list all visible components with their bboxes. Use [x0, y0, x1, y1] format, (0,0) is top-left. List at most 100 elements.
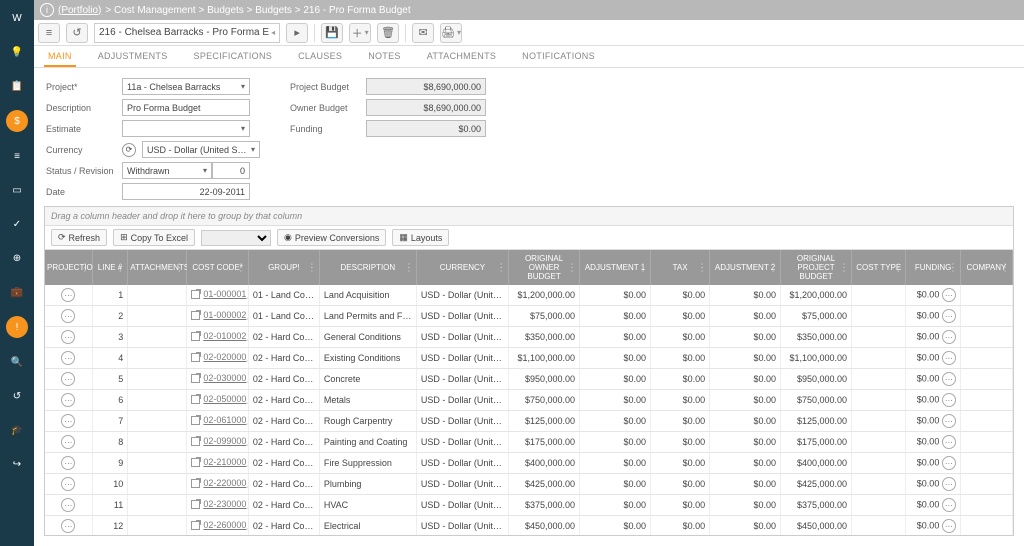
logout-icon[interactable]: ↪ [7, 454, 27, 474]
tab-main[interactable]: MAIN [44, 46, 76, 67]
funding-menu-button[interactable]: ⋯ [942, 393, 956, 407]
column-menu-icon[interactable]: ⋮ [496, 262, 506, 273]
column-header[interactable]: PROJECTION⋮ [45, 250, 92, 285]
tab-notifications[interactable]: NOTIFICATIONS [518, 46, 599, 67]
check-icon[interactable]: ✓ [7, 214, 27, 234]
cost-code-link[interactable]: 02-210000 [191, 457, 246, 467]
column-menu-icon[interactable]: ⋮ [80, 262, 90, 273]
column-header[interactable]: FUNDING⋮ [906, 250, 960, 285]
column-header[interactable]: ADJUSTMENT 1⋮ [580, 250, 651, 285]
row-menu-button[interactable]: ⋯ [61, 414, 75, 428]
funding-menu-button[interactable]: ⋯ [942, 288, 956, 302]
table-row[interactable]: ⋯1002-22000002 - Hard CostsPlumbingUSD -… [45, 474, 1013, 495]
table-row[interactable]: ⋯201-00000201 - Land CostsLand Permits a… [45, 306, 1013, 327]
column-header[interactable]: TAX⋮ [650, 250, 709, 285]
funding-menu-button[interactable]: ⋯ [942, 351, 956, 365]
save-button[interactable]: 💾 [321, 23, 343, 43]
cost-code-link[interactable]: 01-000001 [191, 289, 246, 299]
column-header[interactable]: ORIGINAL PROJECT BUDGET⋮ [781, 250, 852, 285]
preview-conversions-button[interactable]: ◉Preview Conversions [277, 229, 386, 246]
cost-code-link[interactable]: 02-230000 [191, 499, 246, 509]
bars-icon[interactable]: ≡ [7, 146, 27, 166]
column-menu-icon[interactable]: ⋮ [174, 262, 184, 273]
history-button[interactable]: ↺ [66, 23, 88, 43]
table-row[interactable]: ⋯802-09900002 - Hard CostsPainting and C… [45, 432, 1013, 453]
column-menu-icon[interactable]: ⋮ [638, 262, 648, 273]
copy-excel-button[interactable]: ⊞Copy To Excel [113, 229, 195, 246]
table-row[interactable]: ⋯402-02000002 - Hard CostsExisting Condi… [45, 348, 1013, 369]
row-menu-button[interactable]: ⋯ [61, 330, 75, 344]
cost-code-link[interactable]: 02-030000 [191, 373, 246, 383]
breadcrumb-part[interactable]: Budgets [255, 5, 292, 16]
delete-button[interactable]: 🗑 [377, 23, 399, 43]
email-button[interactable]: ✉ [412, 23, 434, 43]
logo-icon[interactable]: W [7, 8, 27, 28]
funding-menu-button[interactable]: ⋯ [942, 477, 956, 491]
breadcrumb-part[interactable]: Budgets [207, 5, 244, 16]
table-row[interactable]: ⋯702-06100002 - Hard CostsRough Carpentr… [45, 411, 1013, 432]
project-select[interactable]: 11a - Chelsea Barracks▾ [122, 78, 250, 95]
column-header[interactable]: DESCRIPTION⋮ [319, 250, 416, 285]
clipboard-icon[interactable]: 📋 [7, 76, 27, 96]
column-header[interactable]: GROUP!⋮ [248, 250, 319, 285]
column-menu-icon[interactable]: ⋮ [236, 262, 246, 273]
column-menu-icon[interactable]: ⋮ [115, 262, 125, 273]
refresh-button[interactable]: ⟳Refresh [51, 229, 107, 246]
cost-code-link[interactable]: 02-260000 [191, 520, 246, 530]
briefcase-icon[interactable]: 💼 [7, 282, 27, 302]
column-header[interactable]: LINE #⋮ [92, 250, 127, 285]
add-button[interactable]: ＋▾ [349, 23, 371, 43]
row-menu-button[interactable]: ⋯ [61, 498, 75, 512]
column-menu-icon[interactable]: ⋮ [307, 262, 317, 273]
currency-select[interactable]: USD - Dollar (United States of America)▾ [142, 141, 260, 158]
breadcrumb-portfolio[interactable]: (Portfolio) [58, 5, 101, 16]
status-select[interactable]: Withdrawn▾ [122, 162, 212, 179]
row-menu-button[interactable]: ⋯ [61, 477, 75, 491]
cost-code-link[interactable]: 01-000002 [191, 310, 246, 320]
group-hint[interactable]: Drag a column header and drop it here to… [45, 207, 1013, 226]
tab-specifications[interactable]: SPECIFICATIONS [190, 46, 277, 67]
funding-menu-button[interactable]: ⋯ [942, 498, 956, 512]
funding-menu-button[interactable]: ⋯ [942, 414, 956, 428]
table-row[interactable]: ⋯101-00000101 - Land CostsLand Acquisiti… [45, 285, 1013, 306]
history-icon[interactable]: ↺ [7, 386, 27, 406]
alert-icon[interactable]: ! [6, 316, 28, 338]
column-header[interactable]: ADJUSTMENT 2⋮ [710, 250, 781, 285]
column-menu-icon[interactable]: ⋮ [839, 262, 849, 273]
tab-clauses[interactable]: CLAUSES [294, 46, 346, 67]
column-menu-icon[interactable]: ⋮ [768, 262, 778, 273]
row-menu-button[interactable]: ⋯ [61, 393, 75, 407]
tab-notes[interactable]: NOTES [364, 46, 405, 67]
funding-menu-button[interactable]: ⋯ [942, 435, 956, 449]
table-row[interactable]: ⋯302-01000202 - Hard CostsGeneral Condit… [45, 327, 1013, 348]
tab-attachments[interactable]: ATTACHMENTS [423, 46, 500, 67]
funding-menu-button[interactable]: ⋯ [942, 456, 956, 470]
row-menu-button[interactable]: ⋯ [61, 372, 75, 386]
column-header[interactable]: COST TYPE⋮ [852, 250, 906, 285]
row-menu-button[interactable]: ⋯ [61, 288, 75, 302]
description-input[interactable]: Pro Forma Budget [122, 99, 250, 116]
column-header[interactable]: ORIGINAL OWNER BUDGET⋮ [509, 250, 580, 285]
dollar-icon[interactable]: $ [6, 110, 28, 132]
column-menu-icon[interactable]: ⋮ [893, 262, 903, 273]
estimate-select[interactable]: ▾ [122, 120, 250, 137]
graduation-icon[interactable]: 🎓 [7, 420, 27, 440]
table-row[interactable]: ⋯602-05000002 - Hard CostsMetalsUSD - Do… [45, 390, 1013, 411]
layouts-button[interactable]: ▦Layouts [392, 229, 449, 246]
table-row[interactable]: ⋯502-03000002 - Hard CostsConcreteUSD - … [45, 369, 1013, 390]
globe-icon[interactable]: ⊕ [7, 248, 27, 268]
column-header[interactable]: CURRENCY⋮ [416, 250, 508, 285]
funding-menu-button[interactable]: ⋯ [942, 372, 956, 386]
column-header[interactable]: ATTACHMENTS⋮ [128, 250, 187, 285]
row-menu-button[interactable]: ⋯ [61, 519, 75, 533]
revision-input[interactable]: 0 [212, 162, 250, 179]
funding-menu-button[interactable]: ⋯ [942, 309, 956, 323]
column-menu-icon[interactable]: ⋮ [1000, 262, 1010, 273]
row-menu-button[interactable]: ⋯ [61, 309, 75, 323]
table-row[interactable]: ⋯902-21000002 - Hard CostsFire Suppressi… [45, 453, 1013, 474]
cost-code-link[interactable]: 02-061000 [191, 415, 246, 425]
cost-code-link[interactable]: 02-010002 [191, 331, 246, 341]
column-menu-icon[interactable]: ⋮ [948, 262, 958, 273]
breadcrumb-part[interactable]: 216 - Pro Forma Budget [303, 5, 410, 16]
info-icon[interactable]: i [40, 3, 54, 17]
